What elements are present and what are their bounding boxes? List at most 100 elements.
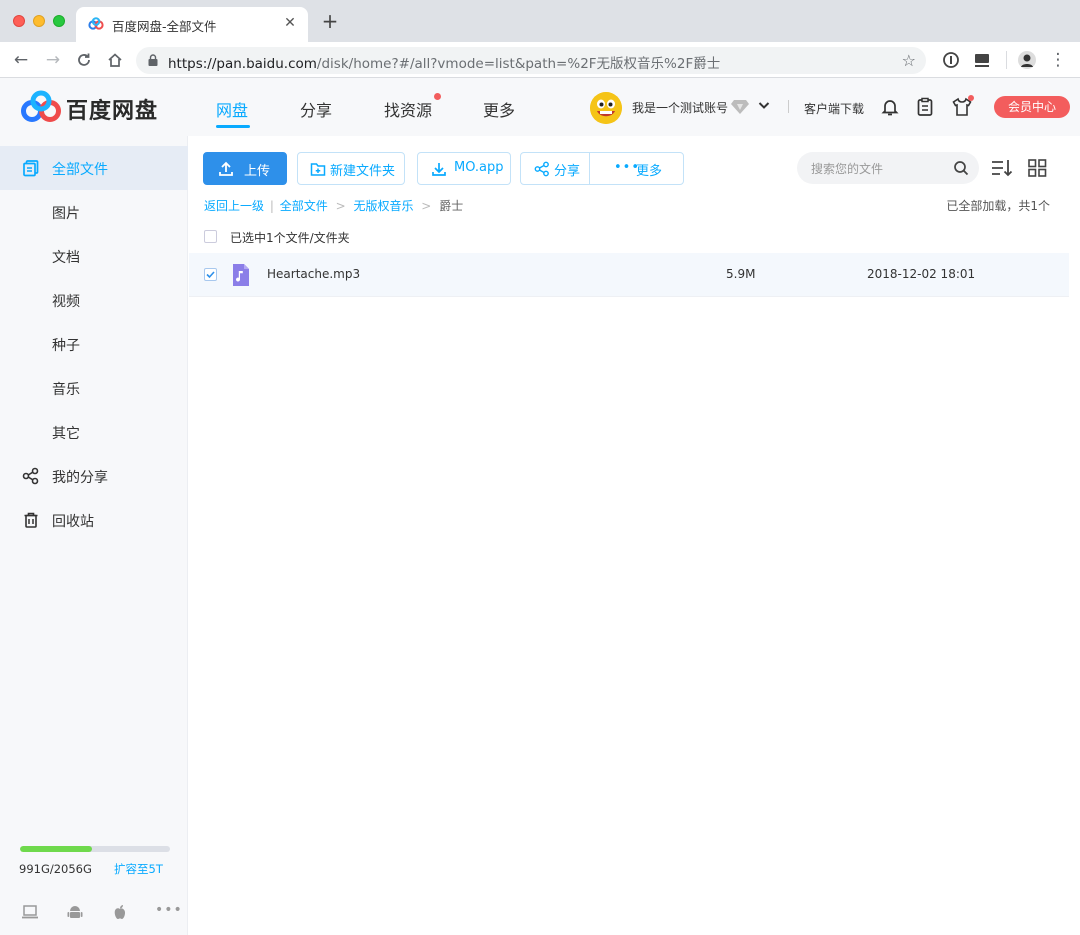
nav-tab-more[interactable]: 更多 xyxy=(483,97,515,121)
upload-icon xyxy=(219,161,233,176)
bell-icon[interactable] xyxy=(880,97,900,117)
file-modified-date: 2018-12-02 18:01 xyxy=(867,267,976,281)
home-icon[interactable] xyxy=(105,50,125,70)
storage-quota-bar xyxy=(20,846,170,852)
sidebar-item-label: 视频 xyxy=(52,294,80,310)
sidebar-item-label: 回收站 xyxy=(52,514,94,530)
header-divider xyxy=(788,100,789,113)
sidebar-item-other[interactable]: 其它 xyxy=(0,410,188,454)
reload-icon[interactable] xyxy=(74,50,94,70)
sidebar-item-music[interactable]: 音乐 xyxy=(0,366,188,410)
share-icon xyxy=(534,161,549,177)
sidebar-item-torrents[interactable]: 种子 xyxy=(0,322,188,366)
browser-menu-icon[interactable]: ⋮ xyxy=(1048,50,1068,70)
address-bar[interactable]: https://pan.baidu.com/disk/home?#/all?vm… xyxy=(136,47,926,74)
laptop-icon[interactable] xyxy=(21,904,39,920)
search-icon[interactable] xyxy=(953,160,969,176)
sidebar-item-label: 我的分享 xyxy=(52,470,108,486)
baidu-netdisk-logo-icon[interactable] xyxy=(20,90,62,124)
share-icon xyxy=(22,467,39,485)
apple-icon[interactable] xyxy=(111,904,129,920)
table-row[interactable]: Heartache.mp3 5.9M 2018-12-02 18:01 xyxy=(189,253,1069,297)
client-download-link[interactable]: 客户端下载 xyxy=(804,100,864,117)
nav-tab-netdisk[interactable]: 网盘 xyxy=(216,97,248,121)
minimize-window-button[interactable] xyxy=(33,15,45,27)
more-button[interactable]: 更多 xyxy=(636,160,662,179)
search-input[interactable]: 搜索您的文件 xyxy=(797,152,979,184)
sidebar-item-label: 全部文件 xyxy=(52,162,108,178)
row-checkbox[interactable] xyxy=(204,268,217,281)
expand-storage-link[interactable]: 扩容至5T xyxy=(114,861,163,877)
upload-button-label: 上传 xyxy=(244,164,271,179)
profile-avatar-icon[interactable] xyxy=(1017,50,1037,70)
main-panel: 上传 新建文件夹 MO.app 分享 ••• 更多 搜索您的文件 返回上一级 |… xyxy=(189,136,1069,935)
password-manager-icon[interactable] xyxy=(941,50,961,70)
breadcrumb-back-link[interactable]: 返回上一级 xyxy=(204,197,264,214)
sidebar-item-videos[interactable]: 视频 xyxy=(0,278,188,322)
music-file-icon xyxy=(233,264,249,286)
files-icon xyxy=(23,160,39,177)
back-arrow-icon[interactable]: ← xyxy=(11,50,31,70)
sidebar-item-my-shares[interactable]: 我的分享 xyxy=(0,454,188,498)
app-header: 百度网盘 网盘 分享 找资源 更多 我是一个测试账号 客户端下载 会员中心 xyxy=(0,78,1080,136)
chevron-down-icon[interactable] xyxy=(758,100,770,110)
sidebar-item-all-files[interactable]: 全部文件 xyxy=(0,146,188,190)
nav-tab-find-resources[interactable]: 找资源 xyxy=(384,97,432,121)
sidebar-item-label: 图片 xyxy=(52,206,80,222)
breadcrumb: 返回上一级 | 全部文件 > 无版权音乐 > 爵士 xyxy=(204,197,463,214)
share-more-button-group: 分享 ••• 更多 xyxy=(520,152,684,185)
vip-diamond-icon[interactable] xyxy=(731,99,749,114)
forward-arrow-icon[interactable]: → xyxy=(43,50,63,70)
download-button[interactable]: MO.app xyxy=(417,152,511,185)
browser-tab[interactable]: 百度网盘-全部文件 ✕ xyxy=(76,7,308,42)
more-devices-icon[interactable]: ••• xyxy=(155,902,183,918)
trash-icon xyxy=(24,512,38,528)
file-name[interactable]: Heartache.mp3 xyxy=(267,267,360,281)
grid-view-icon[interactable] xyxy=(1027,158,1049,178)
username[interactable]: 我是一个测试账号 xyxy=(632,99,728,116)
new-folder-button[interactable]: 新建文件夹 xyxy=(297,152,405,185)
breadcrumb-arrow: > xyxy=(335,199,346,213)
breadcrumb-item-current: 爵士 xyxy=(439,199,464,213)
storage-quota-fill xyxy=(20,846,93,852)
baidu-cloud-favicon-icon xyxy=(88,17,104,30)
tab-close-icon[interactable]: ✕ xyxy=(282,15,298,31)
download-icon xyxy=(432,163,446,176)
browser-tab-bar: 百度网盘-全部文件 ✕ + xyxy=(0,0,1080,42)
url-text: https://pan.baidu.com/disk/home?#/all?vm… xyxy=(168,56,721,72)
sidebar-item-label: 文档 xyxy=(52,250,80,266)
file-size: 5.9M xyxy=(726,267,756,281)
download-button-label: MO.app xyxy=(454,160,504,175)
vip-center-button[interactable]: 会员中心 xyxy=(994,96,1070,118)
close-window-button[interactable] xyxy=(13,15,25,27)
sort-icon[interactable] xyxy=(991,158,1013,178)
sidebar: 全部文件 图片 文档 视频 种子 音乐 其它 我的分享 回收站 991G/205… xyxy=(0,136,188,935)
breadcrumb-separator: | xyxy=(269,199,274,213)
new-folder-icon xyxy=(310,163,326,176)
bookmark-star-icon[interactable]: ☆ xyxy=(902,51,916,70)
skin-new-badge-dot xyxy=(968,95,974,101)
android-icon[interactable] xyxy=(66,904,84,920)
upload-button[interactable]: 上传 xyxy=(203,152,287,185)
breadcrumb-item-all-files[interactable]: 全部文件 xyxy=(280,197,328,214)
sidebar-item-label: 其它 xyxy=(52,426,80,442)
nav-tab-share[interactable]: 分享 xyxy=(300,97,332,121)
new-folder-button-label: 新建文件夹 xyxy=(330,164,396,179)
breadcrumb-item-folder[interactable]: 无版权音乐 xyxy=(353,197,413,214)
breadcrumb-arrow: > xyxy=(421,199,432,213)
loaded-count-text: 已全部加载，共1个 xyxy=(946,199,1050,213)
new-tab-icon[interactable]: + xyxy=(320,11,340,31)
share-button[interactable]: 分享 xyxy=(554,160,580,179)
selection-header: 已选中1个文件/文件夹 xyxy=(189,224,1069,252)
sidebar-item-images[interactable]: 图片 xyxy=(0,190,188,234)
sidebar-item-documents[interactable]: 文档 xyxy=(0,234,188,278)
cast-icon[interactable] xyxy=(972,50,992,70)
storage-quota-text: 991G/2056G xyxy=(19,862,92,876)
sidebar-item-label: 种子 xyxy=(52,338,80,354)
user-avatar[interactable] xyxy=(590,92,622,124)
button-divider xyxy=(589,153,590,184)
select-all-checkbox[interactable] xyxy=(204,230,217,243)
zoom-window-button[interactable] xyxy=(53,15,65,27)
clipboard-icon[interactable] xyxy=(915,97,935,117)
sidebar-item-recycle-bin[interactable]: 回收站 xyxy=(0,498,188,542)
